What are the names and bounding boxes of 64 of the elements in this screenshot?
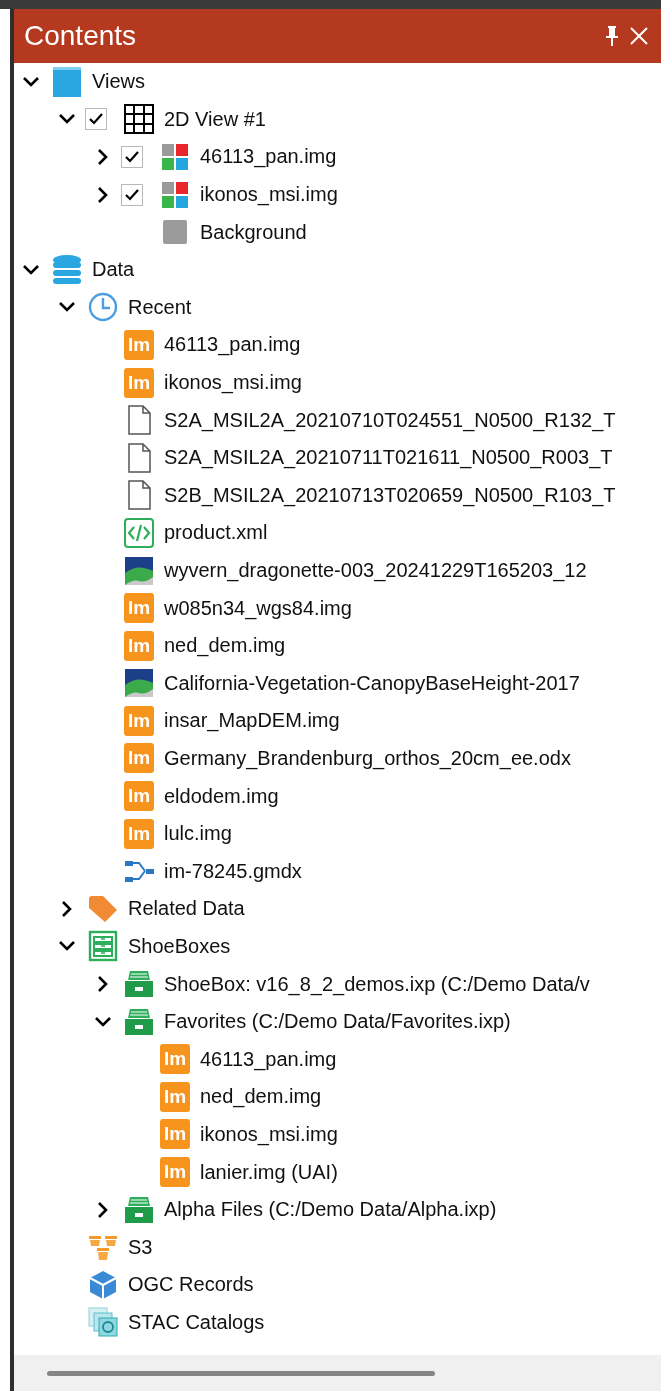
tree-item[interactable]: Background	[200, 220, 307, 244]
image-file-icon: Im	[124, 818, 154, 849]
image-file-icon: Im	[124, 630, 154, 661]
tree-item[interactable]: Favorites (C:/Demo Data/Favorites.ixp)	[164, 1010, 511, 1034]
panel-title: Contents	[24, 20, 137, 52]
image-file-icon: Im	[160, 1081, 190, 1112]
tree-item[interactable]: lulc.img	[164, 822, 232, 846]
check-icon	[124, 149, 140, 165]
tree-item[interactable]: S2A_MSIL2A_20210711T021611_N0500_R003_T	[164, 446, 613, 470]
scrollbar-thumb[interactable]	[47, 1370, 435, 1376]
database-icon	[51, 253, 83, 286]
tree-item[interactable]: ikonos_msi.img	[200, 183, 338, 207]
tree-item[interactable]: ned_dem.img	[164, 634, 286, 658]
code-file-icon	[123, 516, 155, 549]
tree-item[interactable]: Recent	[128, 295, 192, 319]
tree-item[interactable]: Related Data	[128, 897, 245, 921]
tree-item[interactable]: S2A_MSIL2A_20210710T024551_N0500_R132_T	[164, 408, 616, 432]
window-icon	[51, 65, 83, 98]
grid-icon	[123, 103, 155, 136]
tree-item[interactable]: ShoeBoxes	[128, 934, 231, 958]
image-file-icon: Im	[124, 781, 154, 812]
image-file-icon: Im	[124, 367, 154, 398]
checkbox[interactable]	[121, 146, 143, 168]
landscape-icon	[123, 667, 155, 700]
tree-item[interactable]: 46113_pan.img	[200, 1047, 337, 1071]
tree-item[interactable]: ned_dem.img	[200, 1085, 322, 1109]
tree-item[interactable]: Views	[92, 70, 145, 94]
tree-item[interactable]: lanier.img (UAI)	[200, 1160, 338, 1184]
tree-item[interactable]: Alpha Files (C:/Demo Data/Alpha.ixp)	[164, 1198, 497, 1222]
image-file-icon: Im	[124, 743, 154, 774]
landscape-icon	[123, 554, 155, 587]
checkbox[interactable]	[121, 183, 143, 206]
cabinet-icon	[87, 930, 119, 963]
tree-item[interactable]: insar_MapDEM.img	[164, 709, 340, 733]
image-file-icon: Im	[160, 1119, 190, 1150]
tree-item[interactable]: California-Vegetation-CanopyBaseHeight-2017	[164, 671, 580, 695]
image-file-icon: Im	[124, 705, 154, 736]
tree-item[interactable]: STAC Catalogs	[128, 1310, 265, 1334]
image-file-icon: Im	[124, 329, 154, 360]
pin-icon[interactable]	[603, 23, 621, 49]
image-file-icon: Im	[160, 1157, 190, 1187]
image-file-icon: Im	[160, 1044, 190, 1075]
tree-item[interactable]: product.xml	[164, 521, 268, 545]
tree-item[interactable]: S2B_MSIL2A_20210713T020659_N0500_R103_T	[164, 483, 616, 507]
image-file-icon: Im	[124, 593, 154, 624]
tree-item[interactable]: Germany_Brandenburg_orthos_20cm_ee.odx	[164, 747, 571, 770]
tree-item[interactable]: Data	[92, 258, 135, 282]
checkbox[interactable]	[85, 108, 107, 131]
cube-icon	[87, 1268, 119, 1301]
raster-layer-icon	[159, 141, 191, 173]
tree-item[interactable]: 46113_pan.img	[164, 333, 301, 357]
stack-icon	[87, 1306, 119, 1339]
tree-item[interactable]: S3	[128, 1235, 153, 1259]
tree-item[interactable]: w085n34_wgs84.img	[164, 596, 352, 620]
tree-item[interactable]: ikonos_msi.img	[164, 371, 302, 395]
tree-item[interactable]: wyvern_dragonette-003_20241229T165203_12	[164, 559, 587, 582]
tree-item[interactable]: ikonos_msi.img	[200, 1122, 338, 1146]
tree-item[interactable]: 2D View #1	[164, 107, 266, 131]
tree-item[interactable]: ShoeBox: v16_8_2_demos.ixp (C:/Demo Data/v	[164, 972, 590, 996]
tree-item[interactable]: OGC Records	[128, 1273, 254, 1297]
tree-item[interactable]: eldodem.img	[164, 784, 279, 808]
tree-item[interactable]: im-78245.gmdx	[164, 859, 302, 883]
tree-item[interactable]: 46113_pan.img	[200, 145, 337, 169]
clock-icon	[87, 291, 119, 324]
